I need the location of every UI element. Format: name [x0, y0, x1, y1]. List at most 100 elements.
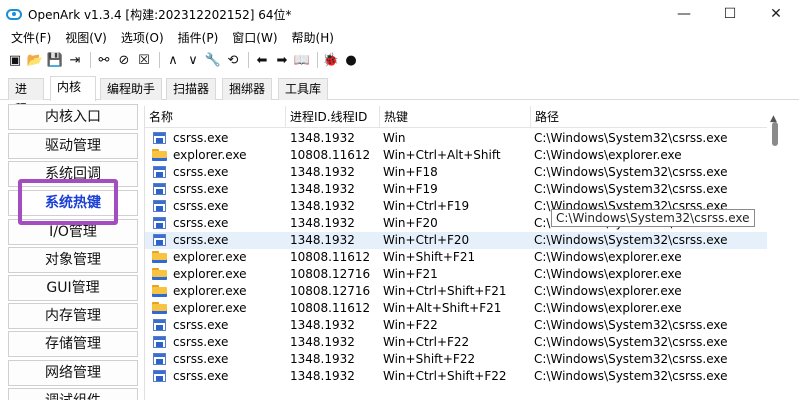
- nav-item[interactable]: 网络管理: [8, 360, 138, 386]
- cell-name: csrss.exe: [173, 352, 229, 366]
- github-icon[interactable]: ●: [342, 51, 360, 69]
- table-row[interactable]: explorer.exe 10808.12716 Win+Ctrl+Shift+F2…: [145, 283, 782, 300]
- column-header-pid-tid[interactable]: 进程ID.线程ID: [286, 106, 380, 128]
- table-row[interactable]: csrss.exe 1348.1932 Win+Ctrl+Shift+F22 C:\W…: [145, 368, 782, 385]
- tab-bundler[interactable]: 捆绑器: [222, 78, 272, 100]
- forward-arrow-icon[interactable]: ➡: [273, 51, 291, 69]
- table-row[interactable]: csrss.exe 1348.1932 Win+F18 C:\Windows\Syst…: [145, 164, 782, 181]
- cell-name: explorer.exe: [173, 267, 247, 281]
- cell-hotkey: Win+F18: [383, 165, 438, 179]
- explorer-folder-icon: [152, 285, 167, 297]
- menu-file[interactable]: 文件(F): [4, 28, 58, 48]
- cell-pid-tid: 1348.1932: [290, 233, 355, 247]
- cell-path: C:\Windows\System32\csrss.exe: [534, 165, 728, 179]
- back-arrow-icon[interactable]: ⬅: [253, 51, 271, 69]
- openark-eye-icon: [6, 8, 22, 20]
- nav-item[interactable]: 调试组件: [8, 388, 138, 400]
- column-header-path[interactable]: 路径: [531, 106, 768, 128]
- refresh-icon[interactable]: ⟲: [224, 51, 242, 69]
- nav-item[interactable]: 驱动管理: [8, 133, 138, 159]
- table-row[interactable]: csrss.exe 1348.1932 Win+Ctrl+F20 C:\Windows…: [145, 232, 782, 249]
- table-row[interactable]: csrss.exe 1348.1932 Win+F19 C:\Windows\Syst…: [145, 181, 782, 198]
- cell-hotkey: Win+Ctrl+F20: [383, 233, 470, 247]
- table-row[interactable]: explorer.exe 10808.11612 Win+Shift+F21 C:\W…: [145, 249, 782, 266]
- cell-path: C:\Windows\explorer.exe: [534, 148, 682, 162]
- cell-name: explorer.exe: [173, 284, 247, 298]
- table-row[interactable]: csrss.exe 1348.1932 Win+Ctrl+F22 C:\Windows…: [145, 334, 782, 351]
- tab-toolrepo[interactable]: 工具库: [278, 78, 328, 100]
- explorer-folder-icon: [152, 251, 167, 263]
- cell-name: csrss.exe: [173, 216, 229, 230]
- tab-scanner[interactable]: 扫描器: [166, 78, 216, 100]
- close-box-icon[interactable]: ☒: [135, 51, 153, 69]
- cell-pid-tid: 10808.11612: [290, 148, 371, 162]
- tab-kernel[interactable]: 内核: [50, 76, 96, 101]
- save-icon[interactable]: 💾: [46, 51, 64, 69]
- nav-item[interactable]: 存储管理: [8, 331, 138, 357]
- exe-app-icon: [153, 370, 166, 382]
- exe-app-icon: [153, 234, 166, 246]
- table-row[interactable]: explorer.exe 10808.12716 Win+F21 C:\Windows…: [145, 266, 782, 283]
- cell-pid-tid: 10808.12716: [290, 284, 371, 298]
- title-bar: OpenArk v1.3.4 [构建:202312202152] 64位* — …: [0, 0, 799, 28]
- wrench-icon[interactable]: 🔧: [204, 51, 222, 69]
- tab-coder-kit[interactable]: 编程助手: [100, 78, 162, 100]
- exe-app-icon: [153, 353, 166, 365]
- tab-process[interactable]: 进程: [8, 78, 44, 116]
- exe-app-icon: [153, 166, 166, 178]
- hotkey-list[interactable]: 名称 进程ID.线程ID 热键 路径 csrss.exe 1348.1932 Win…: [144, 106, 782, 400]
- cell-path: C:\Windows\System32\csrss.exe: [534, 335, 728, 349]
- menu-help[interactable]: 帮助(H): [285, 28, 341, 48]
- nav-item[interactable]: 对象管理: [8, 247, 138, 273]
- column-header-hotkey[interactable]: 热键: [380, 106, 531, 128]
- stop-icon[interactable]: ⊘: [115, 51, 133, 69]
- cell-pid-tid: 10808.11612: [290, 301, 371, 315]
- cell-name: explorer.exe: [173, 250, 247, 264]
- bug-icon[interactable]: 🐞: [322, 51, 340, 69]
- minimize-button[interactable]: —: [661, 0, 707, 28]
- close-button[interactable]: ✕: [753, 0, 799, 28]
- list-header: 名称 进程ID.线程ID 热键 路径: [145, 106, 782, 128]
- nav-item[interactable]: 内存管理: [8, 303, 138, 329]
- cell-name: explorer.exe: [173, 148, 247, 162]
- exe-app-icon: [153, 200, 166, 212]
- cell-name: csrss.exe: [173, 318, 229, 332]
- menu-plugins[interactable]: 插件(P): [171, 28, 226, 48]
- cell-path: C:\Windows\System32\csrss.exe: [534, 233, 728, 247]
- book-icon[interactable]: 📖: [293, 51, 311, 69]
- toolbar: ▣ 📂 💾 ⇥ ⚯ ⊘ ☒ ∧ ∨ 🔧 ⟲ ⬅ ➡ 📖 🐞 ●: [0, 48, 799, 72]
- cell-name: csrss.exe: [173, 165, 229, 179]
- kernel-nav: 内核入口 驱动管理 系统回调 系统热键 I/O管理 对象管理 GUI管理 内存管理 存储管理 网络…: [8, 104, 144, 400]
- menu-options[interactable]: 选项(O): [114, 28, 171, 48]
- menu-view[interactable]: 视图(V): [58, 28, 114, 48]
- highlight-annotation-box: [18, 179, 118, 225]
- cell-hotkey: Win+Shift+F22: [383, 352, 476, 366]
- scroll-thumb[interactable]: [772, 122, 778, 146]
- maximize-button[interactable]: ☐: [707, 0, 753, 28]
- table-row[interactable]: csrss.exe 1348.1932 Win+Shift+F22 C:\Window…: [145, 351, 782, 368]
- console-icon[interactable]: ▣: [6, 51, 24, 69]
- open-folder-icon[interactable]: 📂: [26, 51, 44, 69]
- explorer-folder-icon: [152, 268, 167, 280]
- table-row[interactable]: csrss.exe 1348.1932 Win+F22 C:\Windows\Syst…: [145, 317, 782, 334]
- cell-hotkey: Win+Shift+F21: [383, 250, 476, 264]
- menu-window[interactable]: 窗口(W): [225, 28, 284, 48]
- column-header-name[interactable]: 名称: [145, 106, 286, 128]
- cell-name: csrss.exe: [173, 335, 229, 349]
- nav-item[interactable]: GUI管理: [8, 275, 138, 301]
- exe-app-icon: [153, 217, 166, 229]
- cell-hotkey: Win+Alt+Shift+F21: [383, 301, 502, 315]
- nav-item[interactable]: 内核入口: [8, 104, 138, 130]
- up-icon[interactable]: ∧: [164, 51, 182, 69]
- cell-pid-tid: 1348.1932: [290, 182, 355, 196]
- export-icon[interactable]: ⇥: [66, 51, 84, 69]
- down-icon[interactable]: ∨: [184, 51, 202, 69]
- cell-hotkey: Win+F19: [383, 182, 438, 196]
- window-controls: — ☐ ✕: [661, 0, 799, 28]
- table-row[interactable]: csrss.exe 1348.1932 Win C:\Windows\System32…: [145, 130, 782, 147]
- vertical-scrollbar[interactable]: ▲: [767, 106, 783, 400]
- link-icon[interactable]: ⚯: [95, 51, 113, 69]
- table-row[interactable]: explorer.exe 10808.11612 Win+Alt+Shift+F21…: [145, 300, 782, 317]
- explorer-folder-icon: [152, 302, 167, 314]
- table-row[interactable]: explorer.exe 10808.11612 Win+Ctrl+Alt+Shif…: [145, 147, 782, 164]
